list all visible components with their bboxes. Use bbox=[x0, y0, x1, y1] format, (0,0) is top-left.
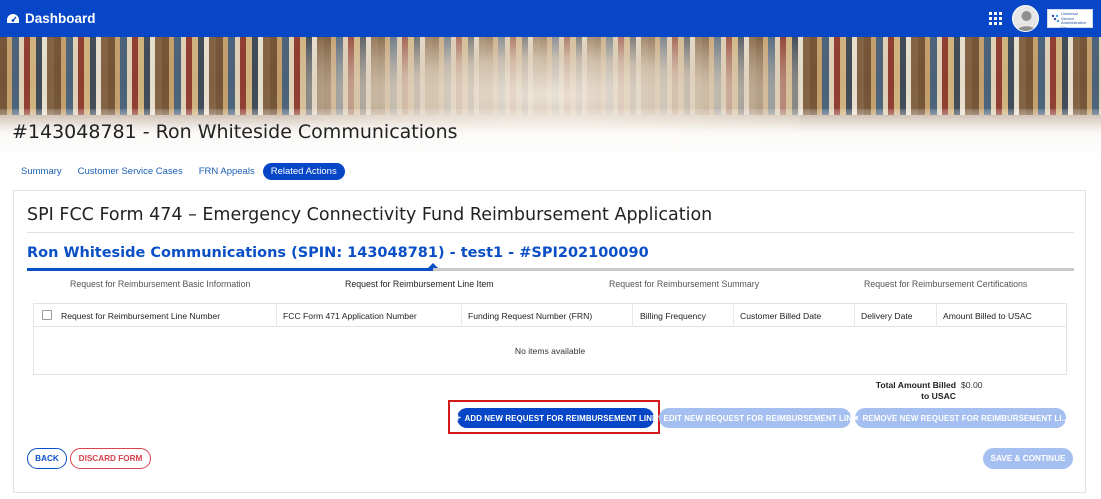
title-divider bbox=[27, 232, 1074, 233]
edit-reimbursement-line-button[interactable]: EDIT NEW REQUEST FOR REIMBURSEMENT LINE bbox=[653, 408, 857, 428]
step-basic-information[interactable]: Request for Reimbursement Basic Informat… bbox=[70, 279, 250, 289]
save-and-continue-button[interactable]: SAVE & CONTINUE bbox=[983, 448, 1073, 469]
user-avatar[interactable] bbox=[1012, 5, 1039, 32]
apps-grid-icon[interactable] bbox=[989, 12, 1002, 25]
discard-form-button[interactable]: DISCARD FORM bbox=[70, 448, 151, 469]
top-navigation-bar: Dashboard Universal Service Administrati… bbox=[0, 0, 1101, 37]
add-reimbursement-line-button[interactable]: ADD NEW REQUEST FOR REIMBURSEMENT LINE bbox=[454, 408, 657, 428]
column-divider bbox=[632, 304, 633, 327]
total-amount-value: $0.00 bbox=[961, 380, 983, 390]
form-card: SPI FCC Form 474 – Emergency Connectivit… bbox=[13, 190, 1086, 493]
close-icon bbox=[853, 414, 859, 423]
total-amount-label-line1: Total Amount Billed bbox=[875, 380, 956, 390]
select-all-checkbox[interactable] bbox=[42, 310, 52, 320]
remove-reimbursement-line-button[interactable]: REMOVE NEW REQUEST FOR REIMBURSEMENT LI.… bbox=[853, 408, 1069, 428]
table-empty-message: No items available bbox=[514, 346, 586, 356]
line-items-table: Request for Reimbursement Line Number FC… bbox=[33, 303, 1067, 375]
form-title: SPI FCC Form 474 – Emergency Connectivit… bbox=[27, 205, 713, 225]
total-amount-label: Total Amount Billed to USAC bbox=[862, 380, 956, 402]
dashboard-label: Dashboard bbox=[25, 11, 96, 26]
column-header-billing-frequency[interactable]: Billing Frequency bbox=[640, 311, 706, 321]
table-header: Request for Reimbursement Line Number FC… bbox=[34, 304, 1066, 327]
record-tabs: Summary Customer Service Cases FRN Appea… bbox=[13, 162, 345, 181]
column-divider bbox=[461, 304, 462, 327]
plus-icon bbox=[454, 414, 461, 423]
back-button[interactable]: BACK bbox=[27, 448, 67, 469]
pencil-icon bbox=[653, 414, 660, 423]
column-header-line-number[interactable]: Request for Reimbursement Line Number bbox=[61, 311, 220, 321]
usac-logo-text: Universal Service Administrative Co. bbox=[1061, 11, 1087, 30]
step-summary[interactable]: Request for Reimbursement Summary bbox=[609, 279, 759, 289]
page-title: #143048781 - Ron Whiteside Communication… bbox=[12, 121, 458, 143]
add-button-label: ADD NEW REQUEST FOR REIMBURSEMENT LINE bbox=[464, 413, 658, 423]
column-divider bbox=[854, 304, 855, 327]
step-certifications[interactable]: Request for Reimbursement Certifications bbox=[864, 279, 1027, 289]
column-header-form-471[interactable]: FCC Form 471 Application Number bbox=[283, 311, 417, 321]
stepper-current-pointer-icon bbox=[428, 263, 438, 268]
column-header-customer-billed-date[interactable]: Customer Billed Date bbox=[740, 311, 821, 321]
tab-summary[interactable]: Summary bbox=[13, 163, 70, 180]
tab-customer-service-cases[interactable]: Customer Service Cases bbox=[70, 163, 191, 180]
total-amount-label-line2: to USAC bbox=[921, 391, 956, 401]
stepper-progress-fill bbox=[27, 268, 433, 271]
column-divider bbox=[936, 304, 937, 327]
column-header-delivery-date[interactable]: Delivery Date bbox=[861, 311, 913, 321]
edit-button-label: EDIT NEW REQUEST FOR REIMBURSEMENT LINE bbox=[663, 413, 858, 423]
form-subtitle: Ron Whiteside Communications (SPIN: 1430… bbox=[27, 245, 649, 261]
column-header-frn[interactable]: Funding Request Number (FRN) bbox=[468, 311, 592, 321]
dashboard-gauge-icon bbox=[6, 13, 20, 25]
progress-stepper bbox=[27, 263, 1074, 271]
remove-button-label: REMOVE NEW REQUEST FOR REIMBURSEMENT LI.… bbox=[862, 413, 1069, 423]
usac-logo-mark-icon bbox=[1051, 14, 1060, 23]
usac-logo: Universal Service Administrative Co. bbox=[1047, 9, 1093, 30]
column-divider bbox=[276, 304, 277, 327]
column-divider bbox=[733, 304, 734, 327]
column-header-amount-billed[interactable]: Amount Billed to USAC bbox=[943, 311, 1032, 321]
step-line-item[interactable]: Request for Reimbursement Line Item bbox=[345, 279, 494, 289]
tab-related-actions[interactable]: Related Actions bbox=[262, 163, 345, 180]
tab-frn-appeals[interactable]: FRN Appeals bbox=[191, 163, 263, 180]
dashboard-link[interactable]: Dashboard bbox=[6, 0, 96, 37]
